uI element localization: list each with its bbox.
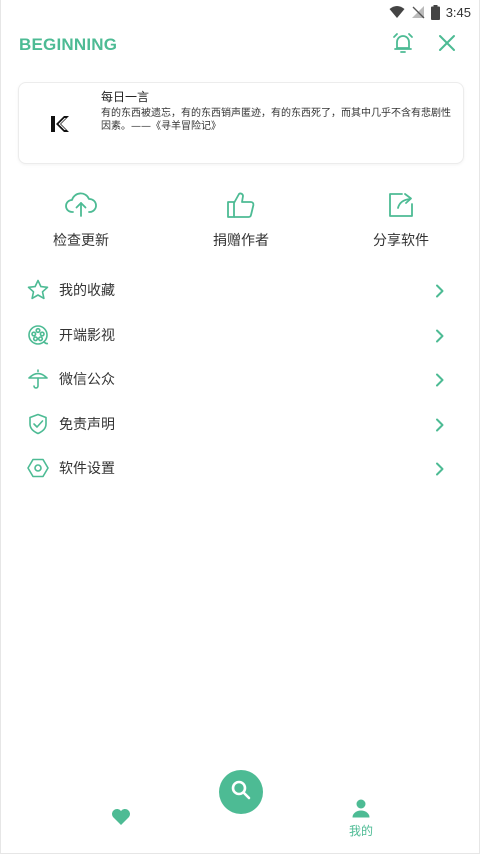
bottom-nav: 我的	[1, 770, 479, 854]
app-header: BEGINNING	[1, 24, 479, 66]
menu-item-disclaimer[interactable]: 免责声明	[1, 402, 479, 447]
check-update-button[interactable]: 检查更新	[26, 188, 136, 250]
menu-label-disclaimer: 免责声明	[59, 416, 115, 433]
nav-search-button[interactable]	[219, 770, 263, 814]
close-icon	[438, 34, 456, 56]
menu-label-kaiduan-video: 开端影视	[59, 327, 115, 344]
share-button[interactable]: 分享软件	[346, 188, 456, 250]
donate-label: 捐赠作者	[213, 233, 269, 249]
chevron-right-icon	[433, 417, 447, 432]
search-icon	[230, 779, 252, 805]
status-time: 3:45	[445, 4, 471, 20]
close-button[interactable]	[433, 31, 461, 59]
share-icon	[346, 188, 456, 222]
wifi-icon	[389, 5, 405, 19]
menu-item-settings[interactable]: 软件设置	[1, 446, 479, 491]
alarm-bell-icon	[391, 31, 415, 59]
donate-button[interactable]: 捐赠作者	[186, 188, 296, 250]
menu-label-wechat-account: 微信公众	[59, 372, 115, 389]
heart-icon	[110, 809, 132, 832]
menu-item-wechat-account[interactable]: 微信公众	[1, 357, 479, 402]
shield-check-icon	[27, 413, 49, 435]
chevron-right-icon	[433, 328, 447, 343]
hexagon-settings-icon	[27, 457, 49, 479]
nav-me-label: 我的	[348, 824, 373, 838]
nav-favorites-tab[interactable]	[110, 806, 132, 828]
nav-me-tab[interactable]: 我的	[341, 798, 381, 839]
status-bar: 3:45	[1, 0, 479, 24]
app-title: BEGINNING	[19, 35, 118, 54]
quote-text: 有的东西被遗忘，有的东西销声匿迹，有的东西死了，而其中几乎不含有悲剧性因素。——…	[101, 108, 451, 132]
share-label: 分享软件	[373, 233, 429, 249]
action-row: 检查更新 捐赠作者 分享软件	[1, 188, 479, 252]
check-update-label: 检查更新	[53, 233, 109, 249]
thumbs-up-icon	[186, 188, 296, 222]
chevron-right-icon	[433, 372, 447, 387]
k-logo-icon	[49, 113, 71, 135]
menu-label-favorites: 我的收藏	[59, 283, 115, 300]
user-icon	[341, 798, 381, 820]
alarm-button[interactable]	[389, 31, 417, 59]
menu-item-kaiduan-video[interactable]: 开端影视	[1, 313, 479, 358]
cloud-upload-icon	[26, 188, 136, 222]
menu-item-favorites[interactable]: 我的收藏	[1, 268, 479, 313]
quote-title: 每日一言	[101, 90, 150, 104]
battery-icon	[430, 4, 440, 20]
no-signal-icon	[411, 5, 425, 19]
star-icon	[27, 279, 49, 301]
chevron-right-icon	[433, 461, 447, 476]
umbrella-icon	[27, 368, 49, 390]
menu-label-settings: 软件设置	[59, 461, 115, 478]
chevron-right-icon	[433, 283, 447, 298]
settings-menu: 我的收藏 开端影视 微信公众 免责声明 软件设置	[1, 268, 479, 491]
daily-quote-card[interactable]: 每日一言 有的东西被遗忘，有的东西销声匿迹，有的东西死了，而其中几乎不含有悲剧性…	[18, 82, 464, 164]
film-reel-icon	[27, 324, 49, 346]
